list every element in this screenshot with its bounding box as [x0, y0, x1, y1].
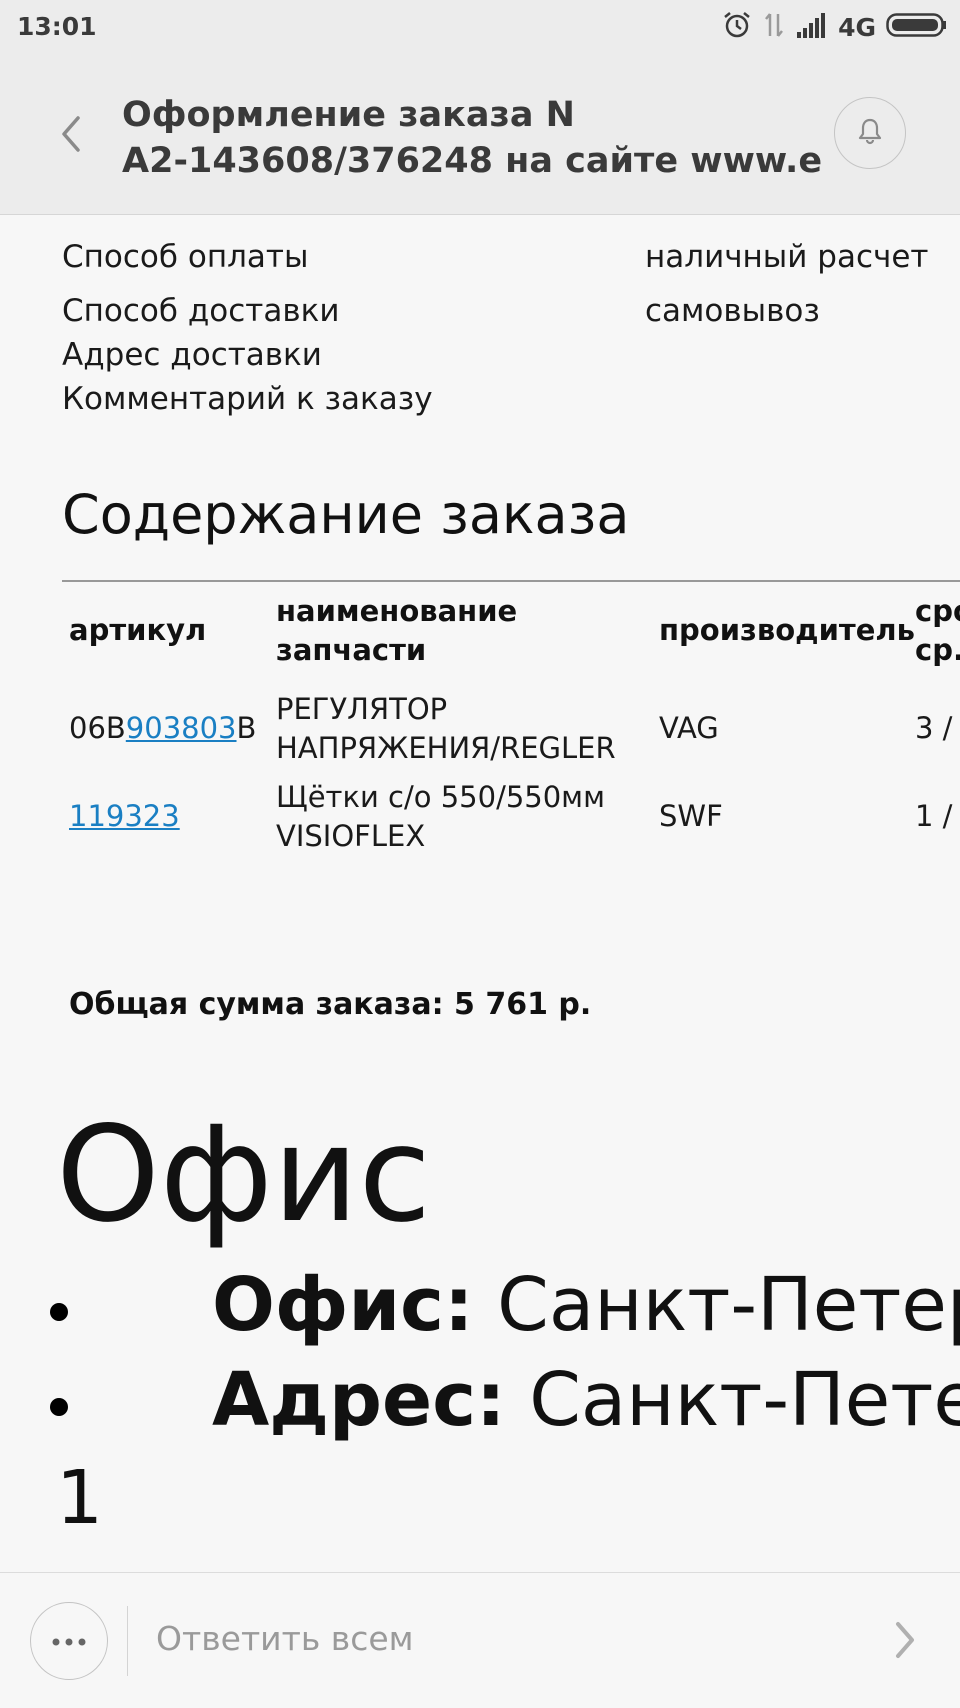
network-type: 4G [838, 12, 876, 42]
office-item-label: Офис: [212, 1262, 474, 1348]
send-arrow-icon[interactable] [890, 1618, 920, 1662]
more-options-button[interactable] [30, 1602, 108, 1680]
payment-method-label: Способ оплаты [62, 239, 309, 275]
order-contents-heading: Содержание заказа [62, 483, 630, 546]
divider [62, 580, 960, 582]
battery-icon [886, 12, 948, 42]
col-header-term-line2: ср. [915, 633, 960, 667]
col-header-article: артикул [69, 613, 207, 647]
article-link[interactable]: 119323 [69, 799, 180, 833]
order-comment-label: Комментарий к заказу [62, 381, 433, 417]
part-name-line2: НАПРЯЖЕНИЯ/REGLER [276, 731, 616, 765]
status-time: 13:01 [17, 12, 97, 41]
delivery-method-label: Способ доставки [62, 293, 340, 329]
part-name-cell: РЕГУЛЯТОР НАПРЯЖЕНИЯ/REGLER [276, 690, 616, 768]
delivery-address-label: Адрес доставки [62, 337, 322, 373]
separator [127, 1606, 128, 1676]
subject-line-2: A2-143608/376248 на сайте www.e… [122, 141, 822, 181]
office-item: Офис: Санкт-Петер [212, 1262, 960, 1348]
reply-bar: Ответить всем [0, 1572, 960, 1708]
maker-cell: SWF [659, 799, 723, 833]
article-cell: 06B903803B [69, 709, 256, 748]
email-subject: Оформление заказа N A2-143608/376248 на … [122, 92, 822, 184]
part-name-line1: РЕГУЛЯТОР [276, 692, 448, 726]
app-bar: Оформление заказа N A2-143608/376248 на … [0, 54, 960, 215]
bell-icon [855, 116, 885, 150]
bullet-dot [50, 1303, 68, 1321]
address-item: Адрес: Санкт-Пете [212, 1357, 960, 1443]
office-item-value: Санкт-Петер [497, 1262, 960, 1348]
office-heading: Офис [56, 1098, 432, 1252]
more-dots-icon [51, 1632, 87, 1651]
col-header-maker: производитель [659, 613, 915, 647]
data-transfer-icon [762, 10, 786, 44]
payment-method-value: наличный расчет [645, 239, 929, 275]
reply-all-input[interactable]: Ответить всем [156, 1619, 414, 1658]
delivery-method-value: самовывоз [645, 293, 820, 329]
maker-cell: VAG [659, 711, 719, 745]
subject-line-1: Оформление заказа N [122, 95, 575, 135]
part-name-line2: VISIOFLEX [276, 819, 426, 853]
article-link[interactable]: 903803 [126, 711, 237, 745]
col-header-name-line2: запчасти [276, 633, 427, 667]
address-item-label: Адрес: [212, 1357, 506, 1443]
article-suffix: B [236, 711, 257, 745]
message-body: Способ оплаты наличный расчет Способ дос… [0, 215, 960, 1572]
term-cell: 1 / [915, 799, 953, 833]
address-item-value: Санкт-Пете [529, 1357, 960, 1443]
bullet-dot [50, 1398, 68, 1416]
order-total: Общая сумма заказа: 5 761 р. [69, 987, 592, 1022]
status-bar: 13:01 4G [0, 0, 960, 54]
col-header-name: наименование запчасти [276, 592, 517, 670]
term-cell: 3 / [915, 711, 953, 745]
article-prefix: 06B [69, 711, 126, 745]
col-header-term: сро ср. [915, 592, 960, 670]
reminder-button[interactable] [834, 97, 906, 169]
col-header-term-line1: сро [915, 594, 960, 628]
alarm-icon [722, 10, 752, 44]
status-icons: 4G [722, 10, 948, 44]
article-cell: 119323 [69, 797, 180, 836]
part-name-line1: Щётки с/о 550/550мм [276, 780, 605, 814]
back-arrow-icon[interactable] [56, 112, 86, 156]
col-header-name-line1: наименование [276, 594, 518, 628]
footer-number: 1 [56, 1455, 104, 1541]
signal-icon [796, 12, 828, 42]
part-name-cell: Щётки с/о 550/550мм VISIOFLEX [276, 778, 605, 856]
